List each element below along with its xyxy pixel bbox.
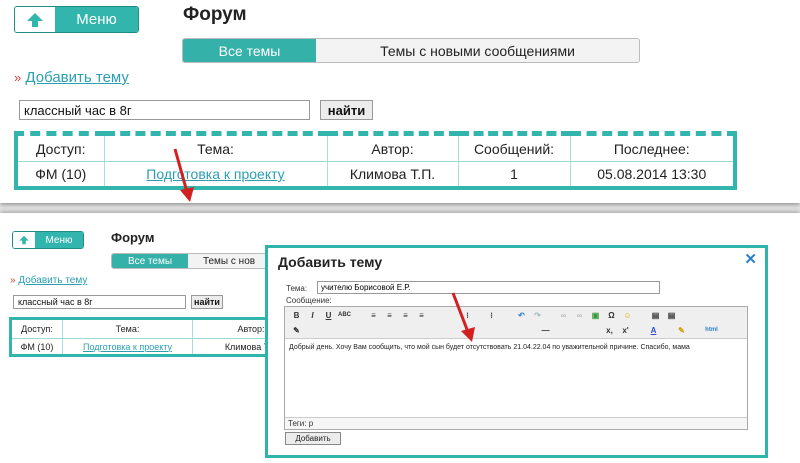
highlight-icon[interactable]: ✎: [675, 325, 688, 336]
cell-messages: 1: [457, 161, 570, 188]
cell-last: 05.08.2014 13:30: [569, 161, 735, 188]
unlink-icon[interactable]: ∞: [573, 310, 586, 321]
forum-tabs: Все темы Темы с новыми сообщениями: [182, 38, 640, 63]
add-topic-dialog: Добавить тему ✕ Тема: Сообщение: B I U A…: [265, 245, 768, 458]
menu-label: Меню: [55, 7, 138, 32]
arrow-up-icon: [15, 7, 55, 32]
topics-table-small: Доступ: Тема: Автор: ФМ (10) Подготовка …: [9, 317, 309, 357]
table-header-row: Доступ: Тема: Автор: Сообщений: Последне…: [16, 131, 735, 162]
menu-button[interactable]: Меню: [14, 6, 139, 33]
topic-label: Тема:: [286, 284, 308, 293]
search-input-small[interactable]: [13, 295, 186, 309]
topic-link-small[interactable]: Подготовка к проекту: [83, 342, 172, 352]
forum-panel-large: Меню Форум Все темы Темы с новыми сообще…: [0, 0, 800, 203]
add-topic-row-small: » Добавить тему: [10, 275, 87, 286]
page-title: Форум: [183, 4, 247, 25]
underline-icon[interactable]: U: [322, 310, 335, 321]
header-access: Доступ:: [10, 317, 63, 339]
close-icon[interactable]: ✕: [744, 250, 757, 268]
cell-access: ФМ (10): [20, 341, 54, 352]
align-left-icon[interactable]: ≡: [367, 310, 380, 321]
search-button[interactable]: найти: [320, 100, 373, 120]
page-title-small: Форум: [111, 230, 155, 245]
header-topic: Тема:: [62, 317, 193, 339]
smiley-icon[interactable]: ☺: [621, 310, 634, 321]
topic-link[interactable]: Подготовка к проекту: [146, 166, 284, 182]
replace-icon[interactable]: ▤: [665, 310, 678, 321]
strike-icon[interactable]: ABC: [338, 310, 351, 321]
redo-icon[interactable]: ↷: [531, 310, 544, 321]
align-right-icon[interactable]: ≡: [399, 310, 412, 321]
cell-access: ФМ (10): [35, 166, 87, 182]
bold-icon[interactable]: B: [290, 310, 303, 321]
tab-all-topics[interactable]: Все темы: [183, 39, 316, 62]
table-row: ФМ (10) Подготовка к проекту Климова Т.П…: [16, 161, 735, 188]
html-icon[interactable]: html: [705, 325, 718, 336]
tab-new-messages-small[interactable]: Темы с нов: [188, 254, 270, 268]
omega-icon[interactable]: Ω: [605, 310, 618, 321]
image-icon[interactable]: ▣: [589, 310, 602, 321]
chevron-right-icon: »: [14, 70, 22, 85]
menu-label-small: Меню: [35, 232, 83, 248]
edit-icon[interactable]: ✎: [290, 325, 303, 336]
message-text: Добрый день. Хочу Вам сообщить, что мой …: [289, 344, 690, 351]
tab-all-topics-small[interactable]: Все темы: [112, 254, 188, 268]
submit-button[interactable]: Добавить: [285, 432, 341, 445]
editor-statusbar: Теги: p: [285, 417, 747, 429]
add-topic-link-small[interactable]: Добавить тему: [18, 275, 87, 286]
header-access: Доступ:: [16, 131, 104, 162]
subscript-icon[interactable]: x,: [603, 325, 616, 336]
tab-new-messages[interactable]: Темы с новыми сообщениями: [316, 39, 639, 62]
chevron-right-icon: »: [10, 275, 16, 286]
editor-toolbar: B I U ABC ≡ ≡ ≡ ≡ ⁝ ⁝ ↶ ↷ ∞ ∞ ▣ Ω ☺ ▤ ▤ …: [285, 307, 747, 339]
numbered-list-icon[interactable]: ⁝: [485, 310, 498, 321]
menu-button-small[interactable]: Меню: [12, 231, 84, 249]
add-topic-row: » Добавить тему: [14, 69, 129, 86]
cell-topic: Подготовка к проекту: [62, 338, 193, 356]
forum-tabs-small: Все темы Темы с нов: [111, 253, 271, 269]
topic-input[interactable]: [317, 281, 660, 294]
find-icon[interactable]: ▤: [649, 310, 662, 321]
align-center-icon[interactable]: ≡: [383, 310, 396, 321]
superscript-icon[interactable]: x': [619, 325, 632, 336]
text-color-icon[interactable]: A: [647, 325, 660, 336]
topics-table: Доступ: Тема: Автор: Сообщений: Последне…: [14, 131, 737, 190]
add-topic-link[interactable]: Добавить тему: [25, 69, 128, 86]
header-author: Автор:: [326, 131, 458, 162]
cell-topic: Подготовка к проекту: [103, 161, 327, 188]
hr-icon[interactable]: —: [539, 325, 552, 336]
italic-icon[interactable]: I: [306, 310, 319, 321]
undo-icon[interactable]: ↶: [515, 310, 528, 321]
bullet-list-icon[interactable]: ⁝: [461, 310, 474, 321]
link-icon[interactable]: ∞: [557, 310, 570, 321]
message-label: Сообщение:: [286, 296, 332, 305]
cell-author: Климова Т.П.: [326, 161, 458, 188]
justify-icon[interactable]: ≡: [415, 310, 428, 321]
header-messages: Сообщений:: [457, 131, 570, 162]
arrow-up-icon: [13, 232, 35, 248]
search-button-small[interactable]: найти: [191, 295, 223, 309]
header-last: Последнее:: [569, 131, 735, 162]
dialog-title: Добавить тему: [278, 254, 383, 270]
header-topic: Тема:: [103, 131, 327, 162]
tags-label: Теги: p: [288, 419, 314, 428]
message-editor[interactable]: B I U ABC ≡ ≡ ≡ ≡ ⁝ ⁝ ↶ ↷ ∞ ∞ ▣ Ω ☺ ▤ ▤ …: [284, 306, 748, 430]
search-input[interactable]: [19, 100, 310, 120]
